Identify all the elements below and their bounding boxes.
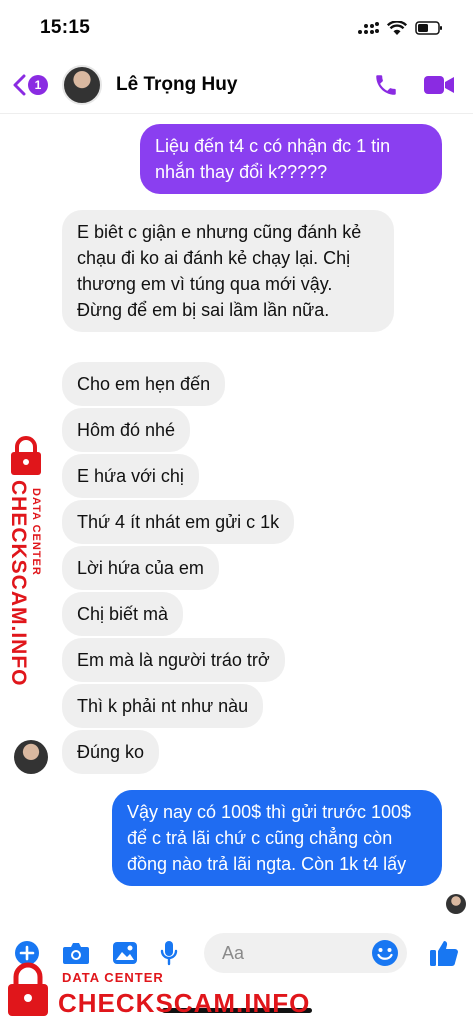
- wifi-icon: [387, 20, 407, 35]
- emoji-icon[interactable]: [371, 939, 399, 967]
- message-bubble-incoming[interactable]: Em mà là người tráo trở: [62, 638, 285, 682]
- lock-icon: [8, 962, 48, 1016]
- message-bubble-incoming[interactable]: Thì k phải nt như nàu: [62, 684, 264, 728]
- gallery-icon[interactable]: [112, 941, 138, 965]
- message-input[interactable]: Aa: [204, 933, 407, 973]
- message-bubble-incoming[interactable]: Thứ 4 ít nhát em gửi c 1k: [62, 500, 295, 544]
- message-bubble-incoming[interactable]: Hôm đó nhé: [62, 408, 191, 452]
- conversation-header: 1 Lê Trọng Huy: [0, 56, 473, 114]
- message-input-placeholder: Aa: [222, 942, 245, 963]
- watermark-site-horizontal: CHECKSCAM.INFO: [58, 988, 311, 1018]
- message-bubble-incoming[interactable]: E hứa với chị: [62, 454, 199, 498]
- like-icon[interactable]: [429, 939, 459, 967]
- status-bar: 15:15: [0, 0, 473, 56]
- chevron-left-icon: [13, 74, 26, 95]
- status-icons: [357, 20, 443, 36]
- message-bubble-outgoing[interactable]: Liệu đến t4 c có nhận đc 1 tin nhắn thay…: [140, 124, 442, 194]
- watermark-label-horizontal: DATA CENTER: [62, 970, 164, 985]
- phone-icon[interactable]: [373, 72, 399, 98]
- contact-avatar[interactable]: [62, 64, 102, 105]
- video-call-icon[interactable]: [423, 73, 455, 97]
- battery-icon: [415, 21, 442, 35]
- lock-icon: [11, 436, 41, 475]
- unread-badge: 1: [28, 74, 48, 95]
- sender-avatar[interactable]: [14, 740, 48, 774]
- microphone-icon[interactable]: [160, 940, 178, 966]
- camera-icon[interactable]: [62, 941, 90, 965]
- watermark-label-vertical: DATA CENTER: [30, 488, 42, 576]
- header-actions: [373, 72, 455, 98]
- back-button[interactable]: 1: [12, 74, 48, 96]
- message-bubble-incoming[interactable]: Lời hứa của em: [62, 546, 219, 590]
- message-bubble-incoming[interactable]: Đúng ko: [62, 730, 160, 774]
- message-list[interactable]: Liệu đến t4 c có nhận đc 1 tin nhắn thay…: [0, 114, 473, 934]
- message-bubble-outgoing[interactable]: Vậy nay có 100$ thì gửi trước 100$ để c …: [112, 790, 442, 886]
- watermark-site-vertical: CHECKSCAM.INFO: [7, 480, 30, 687]
- status-time: 15:15: [40, 17, 91, 38]
- contact-name[interactable]: Lê Trọng Huy: [116, 74, 373, 96]
- message-bubble-incoming[interactable]: E biêt c giận e nhưng cũng đánh kẻ chạu …: [62, 210, 394, 332]
- message-bubble-incoming[interactable]: Cho em hẹn đến: [62, 362, 226, 406]
- seen-receipt-avatar: [446, 894, 466, 914]
- signal-icon: [358, 22, 379, 34]
- message-bubble-incoming[interactable]: Chị biết mà: [62, 592, 184, 636]
